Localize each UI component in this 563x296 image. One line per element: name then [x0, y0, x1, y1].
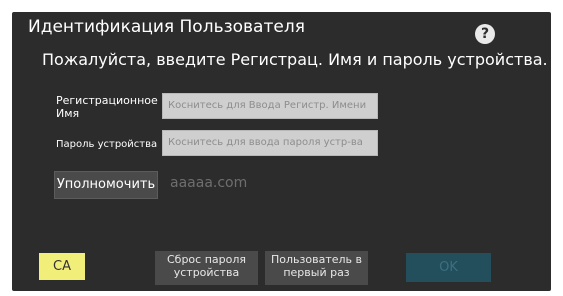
device-password-label: Пароль устройства [56, 139, 158, 150]
user-authentication-panel: Идентификация Пользователя ? Пожалуйста,… [12, 12, 551, 291]
registration-name-label: Регистрационное Имя [56, 94, 158, 120]
registration-name-input[interactable]: Коснитесь для Ввода Регистр. Имени [162, 93, 378, 119]
instruction-text: Пожалуйста, введите Регистрац. Имя и пар… [42, 50, 548, 69]
ok-button[interactable]: OK [406, 253, 491, 282]
ca-button[interactable]: CA [39, 253, 85, 280]
reset-device-password-button[interactable]: Сброс пароля устройства [155, 251, 258, 285]
help-icon[interactable]: ? [475, 24, 495, 44]
first-time-user-button[interactable]: Пользователь в первый раз [265, 251, 368, 285]
device-password-input[interactable]: Коснитесь для ввода пароля устр-ва [162, 130, 378, 156]
page-title: Идентификация Пользователя [28, 17, 305, 37]
screenshot-canvas: Идентификация Пользователя ? Пожалуйста,… [0, 0, 563, 296]
domain-text: aaaaa.com [170, 175, 248, 191]
authorize-button[interactable]: Уполномочить [54, 171, 158, 199]
